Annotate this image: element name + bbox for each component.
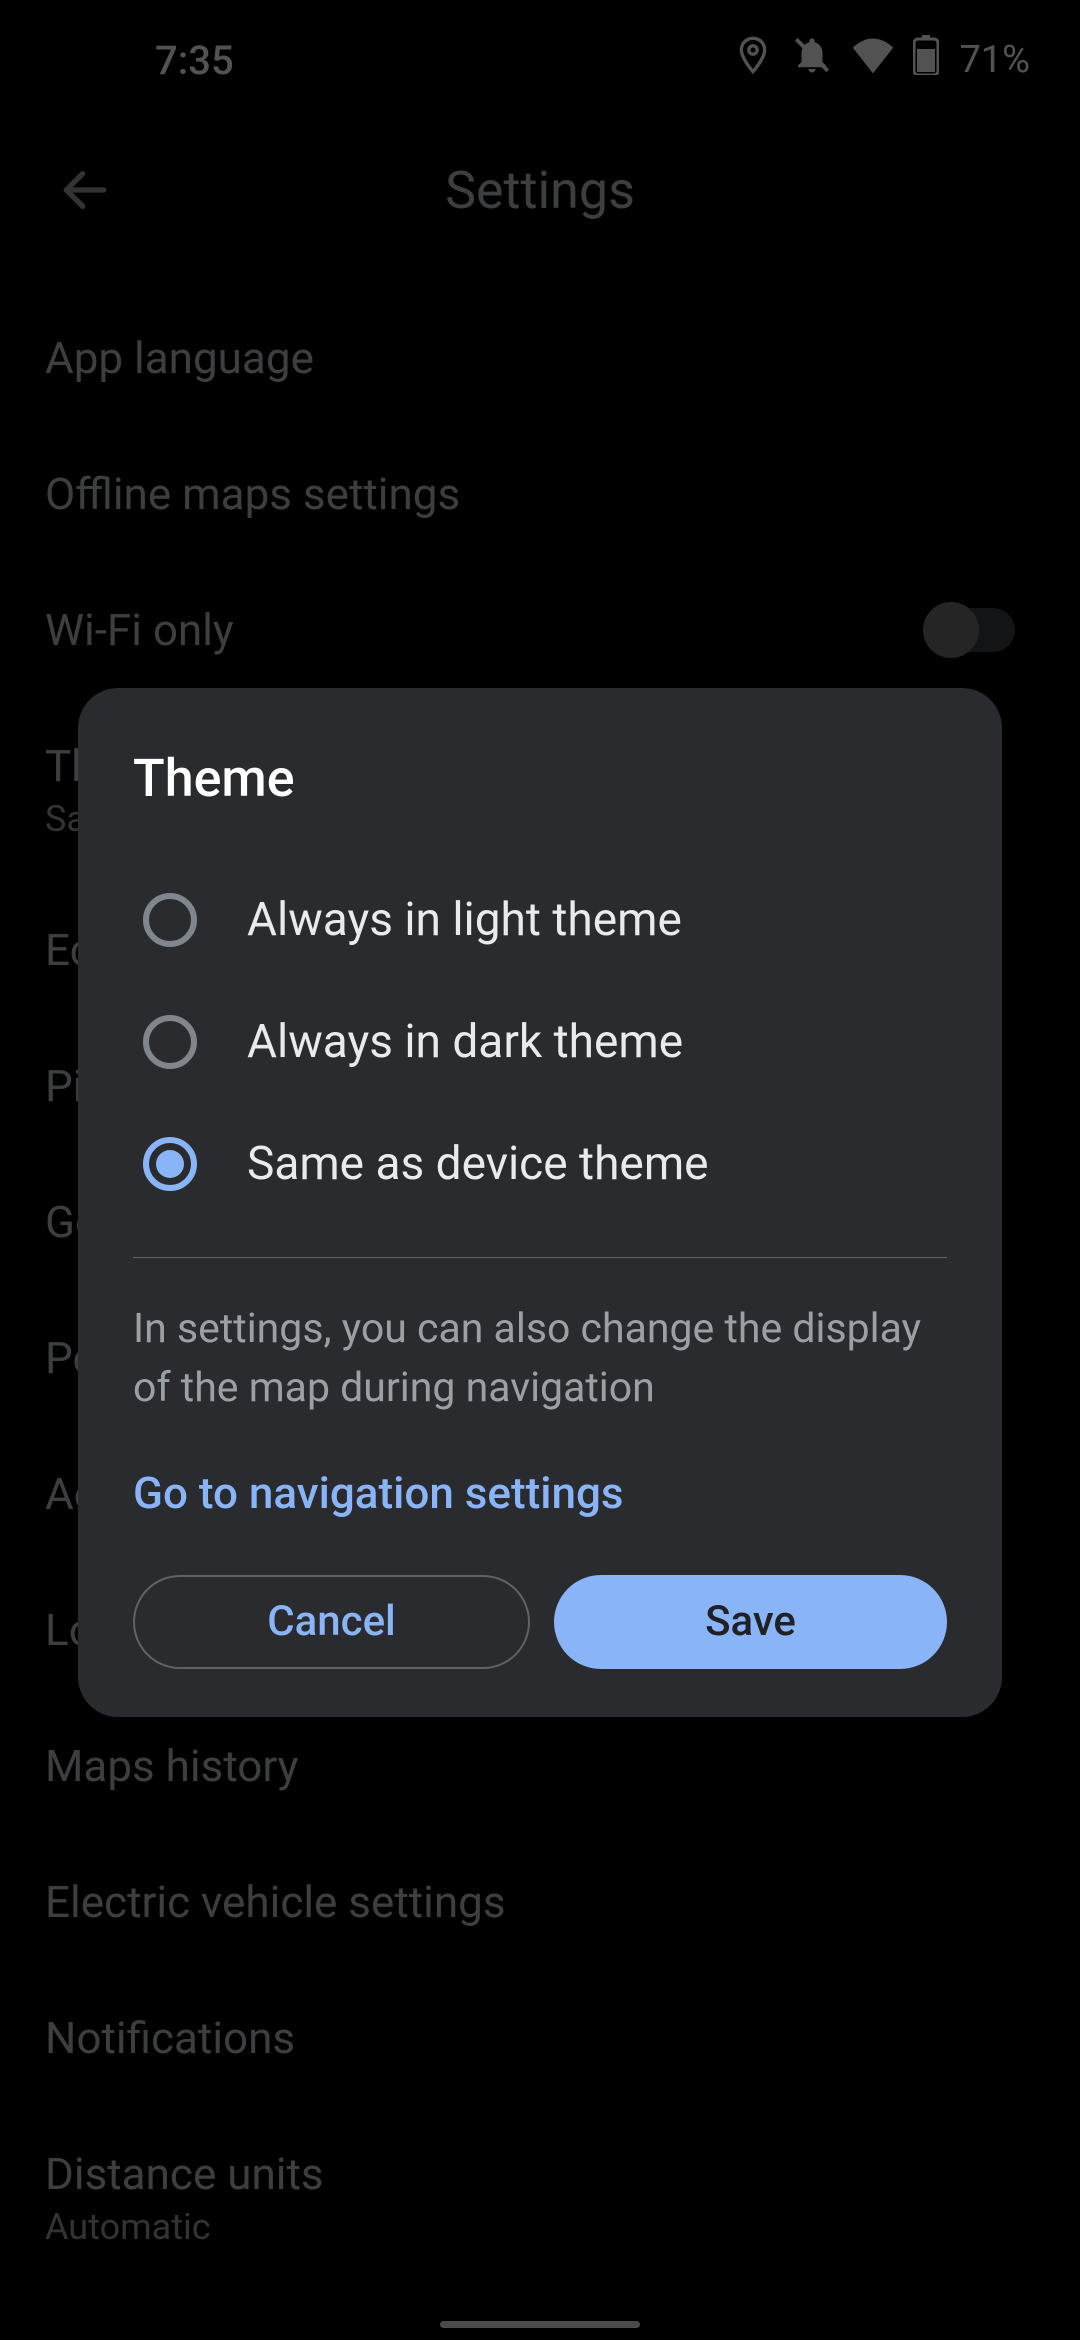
save-button[interactable]: Save [554, 1575, 947, 1669]
dialog-divider [133, 1257, 947, 1258]
dialog-title: Theme [133, 748, 947, 809]
theme-option-device[interactable]: Same as device theme [133, 1103, 947, 1225]
radio-icon [143, 1015, 197, 1069]
radio-icon [143, 1137, 197, 1191]
button-label: Save [705, 1597, 796, 1646]
radio-icon [143, 893, 197, 947]
theme-dialog: Theme Always in light theme Always in da… [78, 688, 1002, 1717]
dialog-description: In settings, you can also change the dis… [133, 1300, 947, 1419]
theme-radio-group: Always in light theme Always in dark the… [133, 859, 947, 1225]
radio-label: Same as device theme [247, 1137, 709, 1191]
theme-option-light[interactable]: Always in light theme [133, 859, 947, 981]
radio-label: Always in light theme [247, 893, 682, 947]
cancel-button[interactable]: Cancel [133, 1575, 530, 1669]
navigation-settings-link[interactable]: Go to navigation settings [133, 1467, 624, 1519]
radio-label: Always in dark theme [247, 1015, 683, 1069]
dialog-actions: Cancel Save [133, 1575, 947, 1669]
button-label: Cancel [267, 1597, 396, 1646]
theme-option-dark[interactable]: Always in dark theme [133, 981, 947, 1103]
